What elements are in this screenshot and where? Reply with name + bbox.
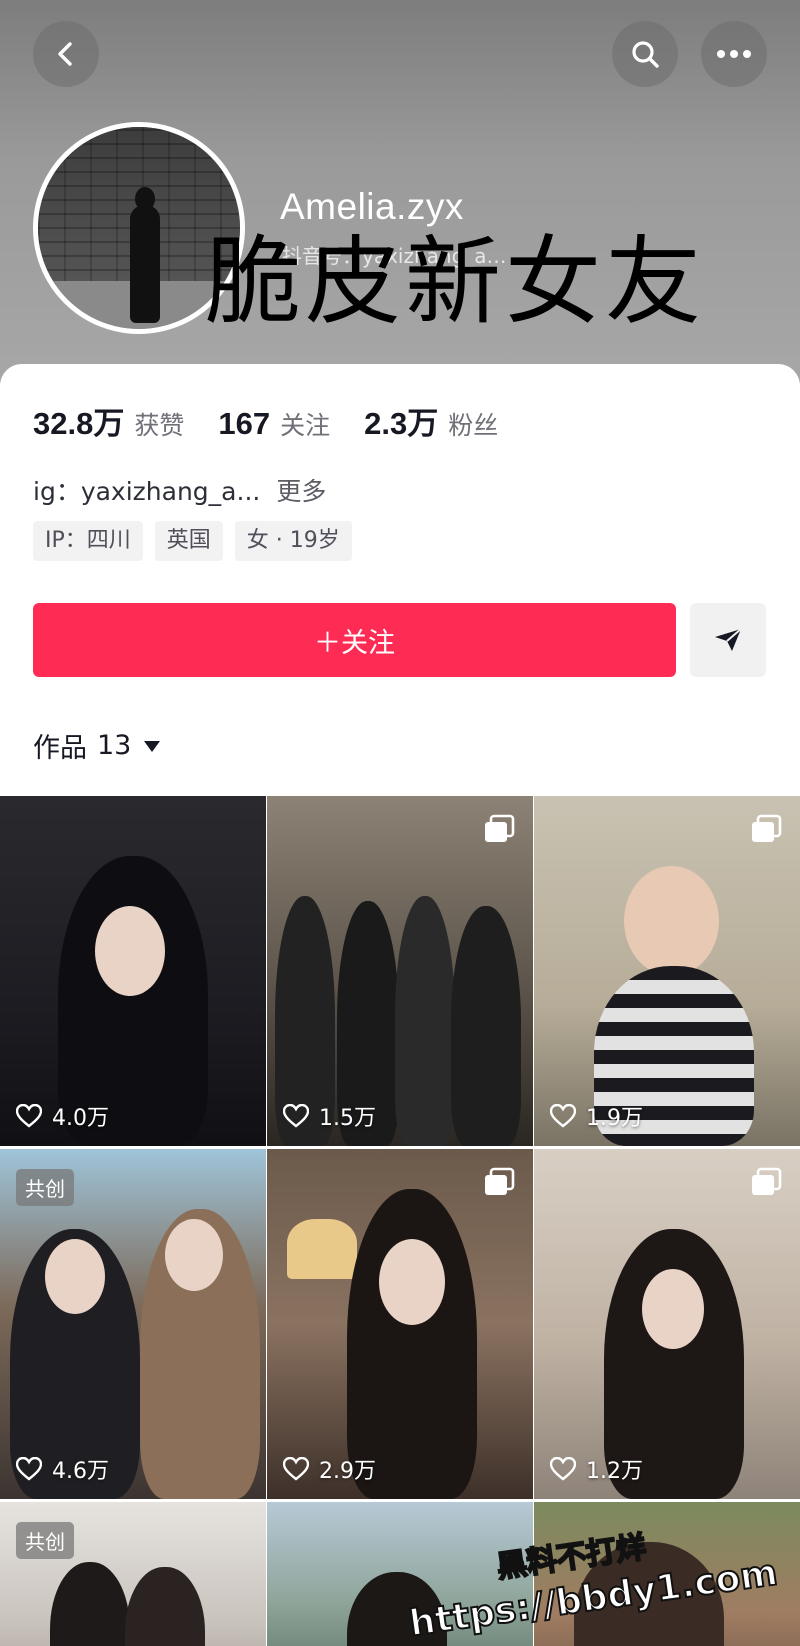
tile-photo-subject (347, 1572, 447, 1646)
works-tab[interactable]: 作品 13 (33, 726, 161, 765)
follow-label: ＋关注 (314, 627, 395, 659)
avatar-figure (130, 187, 160, 323)
stat-label: 获赞 (134, 411, 185, 440)
more-dots-icon (717, 50, 751, 58)
tile-photo-face (642, 1269, 704, 1349)
tile-photo-subject (574, 1542, 724, 1646)
heart-icon (550, 1457, 576, 1481)
tile-photo-subject (451, 906, 521, 1146)
works-count: 13 (97, 730, 132, 761)
stat-label: 关注 (280, 411, 331, 440)
video-tile[interactable] (534, 1502, 800, 1646)
video-tile[interactable]: 1.9万 (534, 796, 800, 1146)
heart-icon (16, 1104, 42, 1128)
stat-following[interactable]: 167 关注 (218, 406, 330, 442)
tile-photo-face (95, 906, 165, 996)
chevron-left-icon (58, 42, 72, 66)
heart-icon (550, 1104, 576, 1128)
heart-icon (283, 1104, 309, 1128)
stat-value: 32.8万 (33, 406, 125, 441)
video-tile[interactable]: 4.0万 (0, 796, 266, 1146)
tile-photo-subject (50, 1562, 130, 1646)
search-icon (632, 41, 659, 68)
stat-value: 2.3万 (364, 406, 439, 441)
tile-photo-face (624, 866, 719, 976)
tag-gender-age: 女 · 19岁 (234, 521, 352, 561)
video-tile[interactable]: 1.2万 (534, 1149, 800, 1499)
search-button[interactable] (612, 21, 678, 87)
tile-photo-face (165, 1219, 223, 1291)
bio: ig：yaxizhang_a... 更多 (33, 472, 326, 508)
works-label: 作品 (33, 733, 87, 764)
like-count: 1.5万 (283, 1100, 376, 1132)
tag-ip: IP：四川 (33, 521, 143, 561)
like-count: 4.6万 (16, 1453, 109, 1485)
username: Amelia.zyx (280, 186, 464, 227)
profile-header: Amelia.zyx 抖音号：yaxizhang_a… 脆皮新女友 (0, 0, 800, 400)
stat-followers[interactable]: 2.3万 粉丝 (364, 398, 498, 443)
bio-more-link[interactable]: 更多 (276, 472, 326, 508)
like-count: 2.9万 (283, 1453, 376, 1485)
multi-image-icon (483, 1167, 515, 1201)
follow-button[interactable]: ＋关注 (33, 603, 676, 677)
heart-icon (283, 1457, 309, 1481)
video-tile[interactable] (267, 1502, 533, 1646)
heart-icon (16, 1457, 42, 1481)
send-message-button[interactable] (690, 603, 766, 677)
video-tile[interactable]: 共创 (0, 1502, 266, 1646)
send-arrow-icon (715, 628, 742, 651)
stat-value: 167 (218, 406, 271, 441)
like-count: 1.9万 (550, 1100, 643, 1132)
works-grid: 4.0万 1.5万 1.9万 共创 4.6万 2.9万 1.2万 共创 (0, 796, 800, 1646)
video-tile[interactable]: 共创 4.6万 (0, 1149, 266, 1499)
stats-row: 32.8万 获赞 167 关注 2.3万 粉丝 (33, 398, 532, 443)
tile-photo-subject (287, 1219, 357, 1279)
video-tile[interactable]: 2.9万 (267, 1149, 533, 1499)
stat-label: 粉丝 (448, 411, 499, 440)
multi-image-icon (750, 814, 782, 848)
tile-photo-subject (125, 1567, 205, 1646)
like-count: 4.0万 (16, 1100, 109, 1132)
profile-info-card: 32.8万 获赞 167 关注 2.3万 粉丝 ig：yaxizhang_a..… (0, 364, 800, 794)
multi-image-icon (483, 814, 515, 848)
tile-photo-face (379, 1239, 445, 1325)
cocreate-badge: 共创 (16, 1169, 74, 1206)
video-tile[interactable]: 1.5万 (267, 796, 533, 1146)
multi-image-icon (750, 1167, 782, 1201)
tile-photo-subject (395, 896, 455, 1146)
caret-down-icon (144, 740, 161, 752)
bio-text: ig：yaxizhang_a... (33, 477, 261, 506)
like-count: 1.2万 (550, 1453, 643, 1485)
cocreate-badge: 共创 (16, 1522, 74, 1559)
profile-tags: IP：四川 英国 女 · 19岁 (33, 521, 364, 561)
tag-location: 英国 (154, 521, 223, 561)
overlay-title: 脆皮新女友 (205, 226, 705, 338)
back-button[interactable] (33, 21, 99, 87)
more-button[interactable] (701, 21, 767, 87)
tile-photo-face (45, 1239, 105, 1314)
stat-likes[interactable]: 32.8万 获赞 (33, 398, 184, 443)
